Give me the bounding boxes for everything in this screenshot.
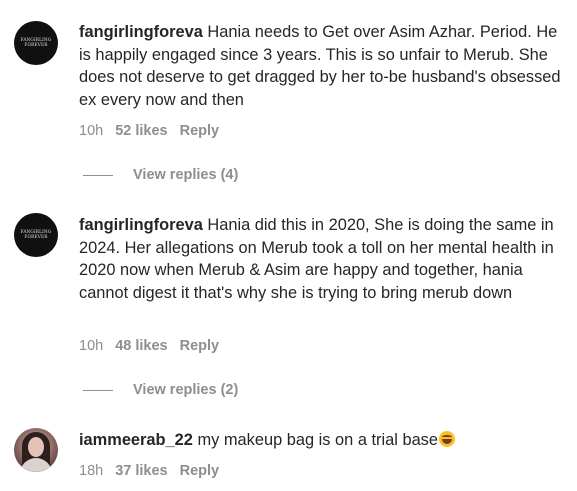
avatar[interactable] xyxy=(14,428,58,472)
view-replies-button[interactable]: View replies (4) xyxy=(83,167,238,183)
username[interactable]: fangirlingforeva xyxy=(79,23,203,41)
reply-button[interactable]: Reply xyxy=(180,338,220,354)
timestamp: 10h xyxy=(79,123,104,139)
timestamp: 10h xyxy=(79,338,104,354)
likes-count[interactable]: 37 likes xyxy=(115,463,167,479)
avatar-face xyxy=(28,437,44,457)
comment-meta: 10h 52 likes Reply xyxy=(79,123,219,139)
view-replies-button[interactable]: View replies (2) xyxy=(83,382,238,398)
comment-body: my makeup bag is on a trial base xyxy=(197,431,438,449)
comment-meta: 18h 37 likes Reply xyxy=(79,463,219,479)
avatar[interactable]: FANGIRLING FOREVER xyxy=(14,213,58,257)
comment-text-block: fangirlingforeva Hania did this in 2020,… xyxy=(79,214,571,304)
reply-button[interactable]: Reply xyxy=(180,463,220,479)
username[interactable]: fangirlingforeva xyxy=(79,216,203,234)
laughing-emoji-icon xyxy=(439,431,455,447)
avatar[interactable]: FANGIRLING FOREVER xyxy=(14,21,58,65)
reply-button[interactable]: Reply xyxy=(180,123,220,139)
username[interactable]: iammeerab_22 xyxy=(79,431,193,449)
view-replies-label: View replies (4) xyxy=(133,167,239,183)
likes-count[interactable]: 52 likes xyxy=(115,123,167,139)
timestamp: 18h xyxy=(79,463,104,479)
replies-divider-line xyxy=(83,174,113,176)
comment-text-block: fangirlingforeva Hania needs to Get over… xyxy=(79,21,571,111)
comment-meta: 10h 48 likes Reply xyxy=(79,338,219,354)
comment-text-block: iammeerab_22 my makeup bag is on a trial… xyxy=(79,429,571,452)
avatar-logo-text: FANGIRLING FOREVER xyxy=(20,229,52,239)
view-replies-label: View replies (2) xyxy=(133,382,239,398)
avatar-logo-text: FANGIRLING FOREVER xyxy=(20,37,52,47)
replies-divider-line xyxy=(83,389,113,391)
likes-count[interactable]: 48 likes xyxy=(115,338,167,354)
